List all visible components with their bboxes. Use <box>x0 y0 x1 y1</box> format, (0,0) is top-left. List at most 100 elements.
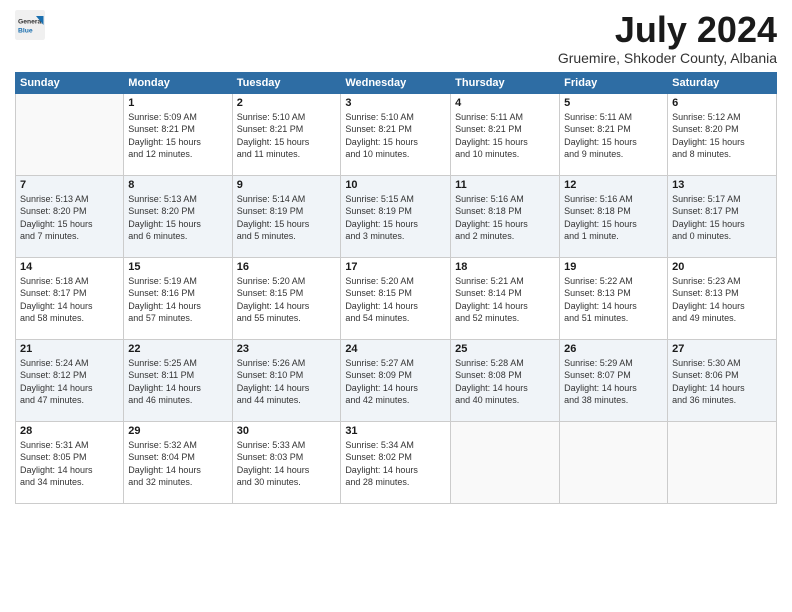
day-number: 21 <box>20 343 119 355</box>
table-row: 30Sunrise: 5:33 AM Sunset: 8:03 PM Dayli… <box>232 421 341 503</box>
day-number: 14 <box>20 261 119 273</box>
day-info: Sunrise: 5:19 AM Sunset: 8:16 PM Dayligh… <box>128 275 227 325</box>
table-row: 18 Sunrise: 5:21 AM Sunset: 8:14 PM Dayli… <box>451 257 560 339</box>
day-number: 12 <box>564 179 663 191</box>
table-row <box>560 421 668 503</box>
calendar-week-row: 21 Sunrise: 5:24 AM Sunset: 8:12 PM Dayli… <box>16 339 777 421</box>
table-row: 4 Sunrise: 5:11 AM Sunset: 8:21 PM Daylig… <box>451 93 560 175</box>
day-number: 30 <box>237 425 337 437</box>
table-row: 25Sunrise: 5:28 AM Sunset: 8:08 PM Dayli… <box>451 339 560 421</box>
calendar-week-row: 14 Sunrise: 5:18 AM Sunset: 8:17 PM Dayli… <box>16 257 777 339</box>
day-info: Sunrise: 5:17 AM Sunset: 8:17 PM Dayligh… <box>672 193 772 243</box>
day-info: Sunrise: 5:16 AM Sunset: 8:18 PM Dayligh… <box>455 193 555 243</box>
table-row: 5 Sunrise: 5:11 AM Sunset: 8:21 PM Daylig… <box>560 93 668 175</box>
day-info: Sunrise: 5:20 AM Sunset: 8:15 PM Dayligh… <box>237 275 337 325</box>
day-info: Sunrise: 5:24 AM Sunset: 8:12 PM Dayligh… <box>20 357 119 407</box>
day-number: 24 <box>345 343 446 355</box>
day-number: 19 <box>564 261 663 273</box>
day-info: Sunrise: 5:23 AM Sunset: 8:13 PM Dayligh… <box>672 275 772 325</box>
day-info: Sunrise: 5:31 AM Sunset: 8:05 PM Dayligh… <box>20 439 119 489</box>
logo-icon: General Blue <box>15 10 45 40</box>
day-number: 3 <box>345 97 446 109</box>
day-info: Sunrise: 5:30 AM Sunset: 8:06 PM Dayligh… <box>672 357 772 407</box>
table-row: 10 Sunrise: 5:15 AM Sunset: 8:19 PM Dayli… <box>341 175 451 257</box>
day-info: Sunrise: 5:27 AM Sunset: 8:09 PM Dayligh… <box>345 357 446 407</box>
day-info: Sunrise: 5:10 AM Sunset: 8:21 PM Dayligh… <box>345 111 446 161</box>
day-number: 28 <box>20 425 119 437</box>
title-block: July 2024 Gruemire, Shkoder County, Alba… <box>558 10 777 66</box>
header-sunday: Sunday <box>16 72 124 93</box>
table-row: 27 Sunrise: 5:30 AM Sunset: 8:06 PM Dayli… <box>668 339 777 421</box>
table-row: 12 Sunrise: 5:16 AM Sunset: 8:18 PM Dayli… <box>560 175 668 257</box>
header: General Blue July 2024 Gruemire, Shkoder… <box>15 10 777 66</box>
day-info: Sunrise: 5:15 AM Sunset: 8:19 PM Dayligh… <box>345 193 446 243</box>
calendar: Sunday Monday Tuesday Wednesday Thursday… <box>15 72 777 504</box>
calendar-week-row: 28 Sunrise: 5:31 AM Sunset: 8:05 PM Dayli… <box>16 421 777 503</box>
day-number: 16 <box>237 261 337 273</box>
day-info: Sunrise: 5:21 AM Sunset: 8:14 PM Dayligh… <box>455 275 555 325</box>
page: General Blue July 2024 Gruemire, Shkoder… <box>0 0 792 612</box>
day-number: 7 <box>20 179 119 191</box>
day-number: 4 <box>455 97 555 109</box>
table-row <box>668 421 777 503</box>
day-info: Sunrise: 5:09 AM Sunset: 8:21 PM Dayligh… <box>128 111 227 161</box>
header-tuesday: Tuesday <box>232 72 341 93</box>
subtitle: Gruemire, Shkoder County, Albania <box>558 50 777 66</box>
day-number: 5 <box>564 97 663 109</box>
day-info: Sunrise: 5:16 AM Sunset: 8:18 PM Dayligh… <box>564 193 663 243</box>
table-row: 16 Sunrise: 5:20 AM Sunset: 8:15 PM Dayli… <box>232 257 341 339</box>
table-row: 31 Sunrise: 5:34 AM Sunset: 8:02 PM Dayli… <box>341 421 451 503</box>
day-number: 1 <box>128 97 227 109</box>
calendar-week-row: 7 Sunrise: 5:13 AM Sunset: 8:20 PM Daylig… <box>16 175 777 257</box>
day-number: 2 <box>237 97 337 109</box>
table-row: 9Sunrise: 5:14 AM Sunset: 8:19 PM Daylig… <box>232 175 341 257</box>
table-row: 2Sunrise: 5:10 AM Sunset: 8:21 PM Daylig… <box>232 93 341 175</box>
logo: General Blue <box>15 10 45 40</box>
table-row: 17Sunrise: 5:20 AM Sunset: 8:15 PM Dayli… <box>341 257 451 339</box>
table-row: 20 Sunrise: 5:23 AM Sunset: 8:13 PM Dayli… <box>668 257 777 339</box>
table-row: 19 Sunrise: 5:22 AM Sunset: 8:13 PM Dayli… <box>560 257 668 339</box>
main-title: July 2024 <box>558 10 777 50</box>
day-info: Sunrise: 5:18 AM Sunset: 8:17 PM Dayligh… <box>20 275 119 325</box>
day-info: Sunrise: 5:32 AM Sunset: 8:04 PM Dayligh… <box>128 439 227 489</box>
table-row: 3 Sunrise: 5:10 AM Sunset: 8:21 PM Daylig… <box>341 93 451 175</box>
day-number: 31 <box>345 425 446 437</box>
day-number: 23 <box>237 343 337 355</box>
header-thursday: Thursday <box>451 72 560 93</box>
svg-text:Blue: Blue <box>18 28 33 35</box>
table-row: 23 Sunrise: 5:26 AM Sunset: 8:10 PM Dayli… <box>232 339 341 421</box>
table-row: 13Sunrise: 5:17 AM Sunset: 8:17 PM Dayli… <box>668 175 777 257</box>
day-number: 26 <box>564 343 663 355</box>
day-number: 10 <box>345 179 446 191</box>
day-info: Sunrise: 5:13 AM Sunset: 8:20 PM Dayligh… <box>20 193 119 243</box>
header-wednesday: Wednesday <box>341 72 451 93</box>
table-row: 26 Sunrise: 5:29 AM Sunset: 8:07 PM Dayli… <box>560 339 668 421</box>
table-row: 14 Sunrise: 5:18 AM Sunset: 8:17 PM Dayli… <box>16 257 124 339</box>
day-number: 29 <box>128 425 227 437</box>
day-info: Sunrise: 5:22 AM Sunset: 8:13 PM Dayligh… <box>564 275 663 325</box>
day-number: 6 <box>672 97 772 109</box>
day-number: 18 <box>455 261 555 273</box>
table-row: 15 Sunrise: 5:19 AM Sunset: 8:16 PM Dayli… <box>124 257 232 339</box>
day-number: 25 <box>455 343 555 355</box>
table-row: 7 Sunrise: 5:13 AM Sunset: 8:20 PM Daylig… <box>16 175 124 257</box>
day-number: 20 <box>672 261 772 273</box>
table-row: 24 Sunrise: 5:27 AM Sunset: 8:09 PM Dayli… <box>341 339 451 421</box>
day-info: Sunrise: 5:29 AM Sunset: 8:07 PM Dayligh… <box>564 357 663 407</box>
table-row: 29 Sunrise: 5:32 AM Sunset: 8:04 PM Dayli… <box>124 421 232 503</box>
day-number: 22 <box>128 343 227 355</box>
day-number: 15 <box>128 261 227 273</box>
table-row <box>16 93 124 175</box>
day-info: Sunrise: 5:12 AM Sunset: 8:20 PM Dayligh… <box>672 111 772 161</box>
day-info: Sunrise: 5:25 AM Sunset: 8:11 PM Dayligh… <box>128 357 227 407</box>
day-info: Sunrise: 5:11 AM Sunset: 8:21 PM Dayligh… <box>455 111 555 161</box>
table-row: 6 Sunrise: 5:12 AM Sunset: 8:20 PM Daylig… <box>668 93 777 175</box>
day-info: Sunrise: 5:11 AM Sunset: 8:21 PM Dayligh… <box>564 111 663 161</box>
day-number: 27 <box>672 343 772 355</box>
table-row: 28 Sunrise: 5:31 AM Sunset: 8:05 PM Dayli… <box>16 421 124 503</box>
day-info: Sunrise: 5:13 AM Sunset: 8:20 PM Dayligh… <box>128 193 227 243</box>
day-number: 8 <box>128 179 227 191</box>
day-info: Sunrise: 5:34 AM Sunset: 8:02 PM Dayligh… <box>345 439 446 489</box>
calendar-week-row: 1 Sunrise: 5:09 AM Sunset: 8:21 PM Daylig… <box>16 93 777 175</box>
day-info: Sunrise: 5:26 AM Sunset: 8:10 PM Dayligh… <box>237 357 337 407</box>
